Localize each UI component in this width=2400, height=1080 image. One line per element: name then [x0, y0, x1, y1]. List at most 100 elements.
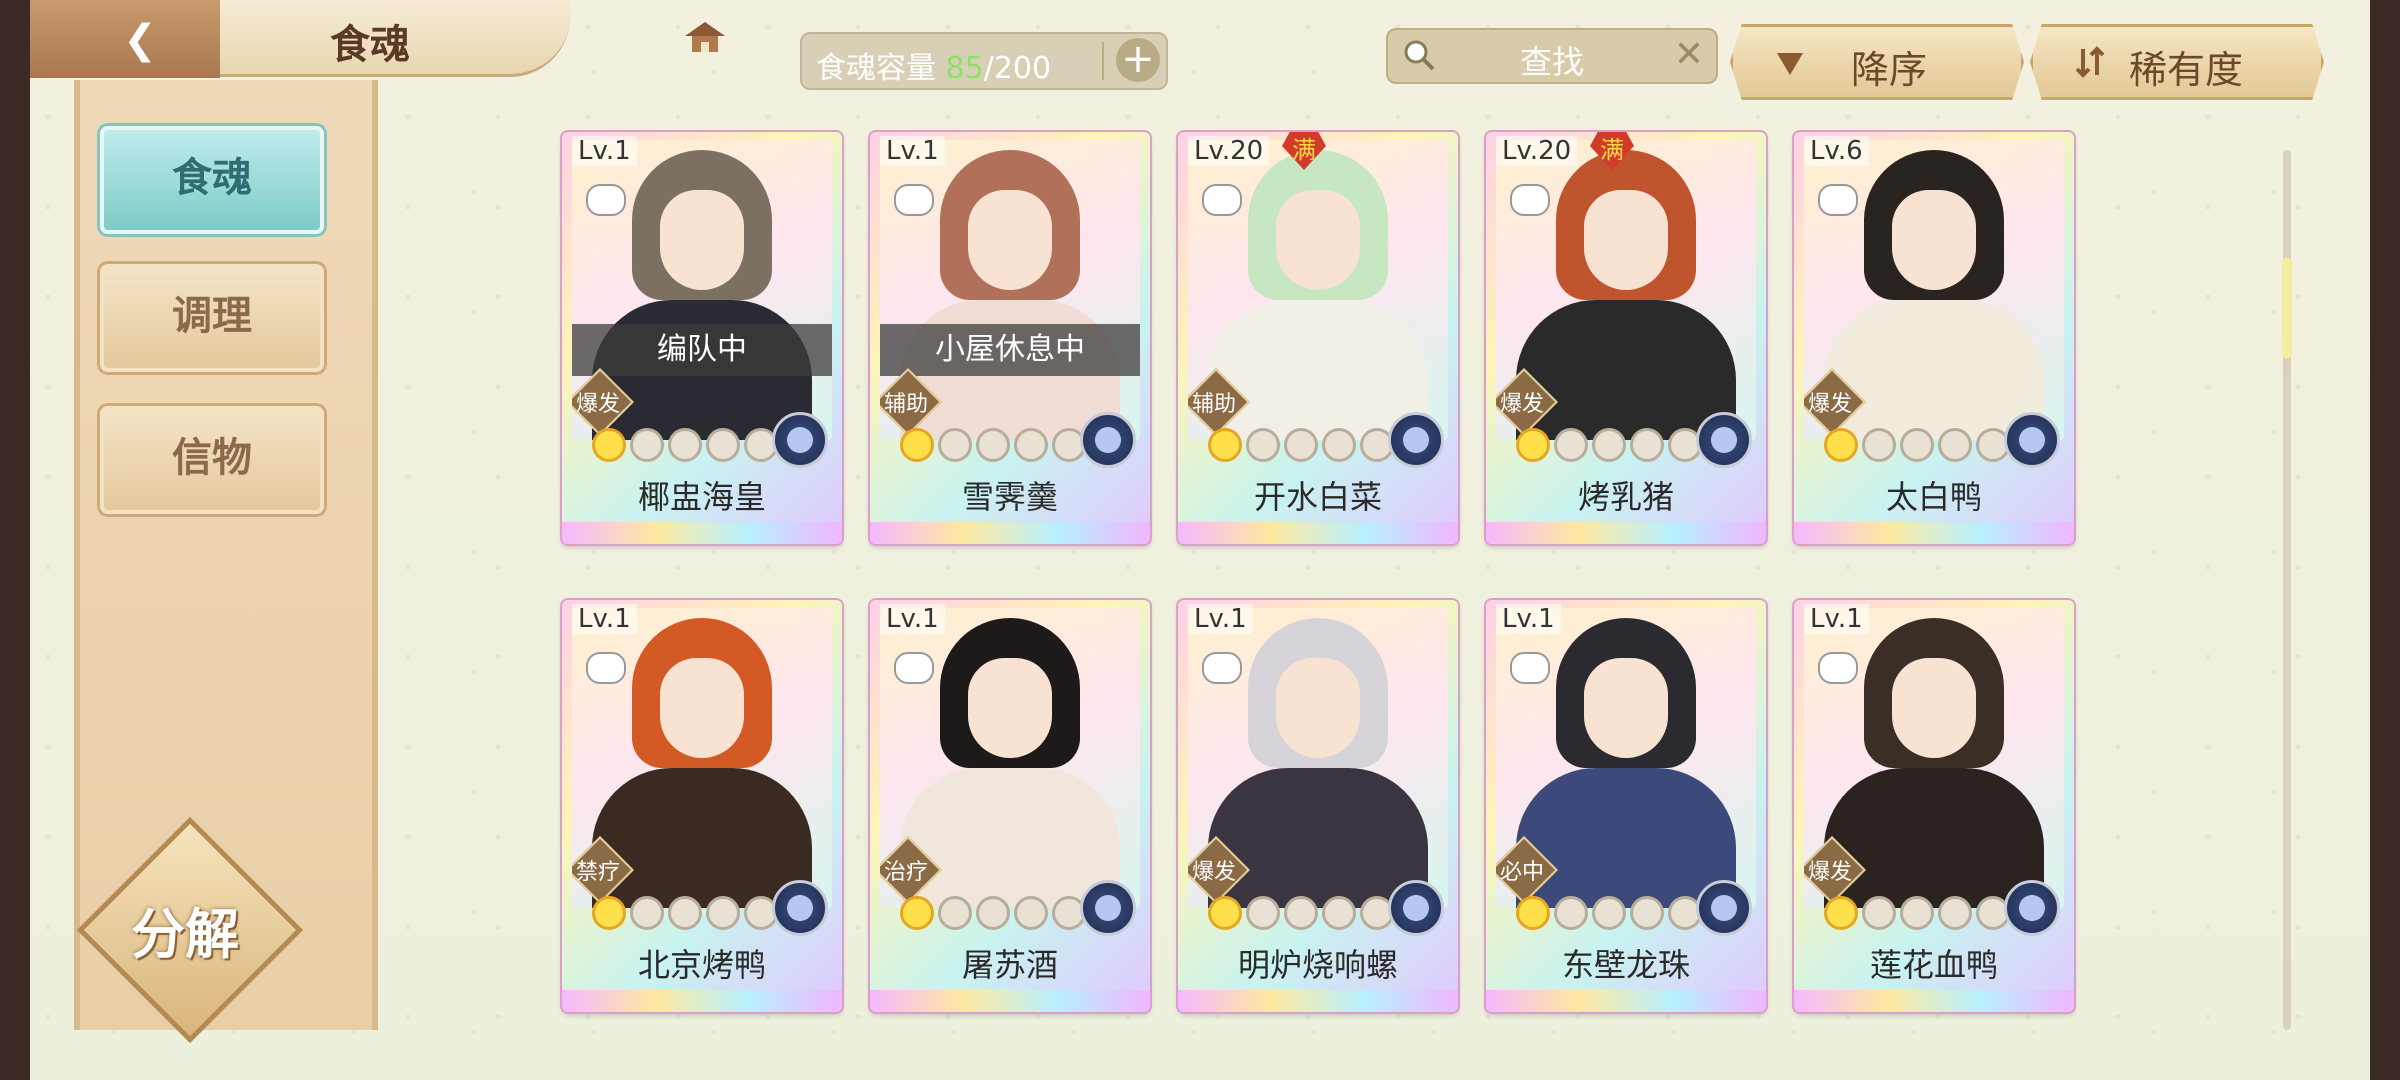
- star-rating: [1516, 428, 1702, 462]
- level-label: Lv.1: [572, 604, 637, 634]
- star-icon: [1208, 896, 1242, 930]
- star-rating: [1208, 428, 1394, 462]
- element-icon: [1696, 880, 1752, 936]
- card-footer: [1794, 522, 2074, 544]
- star-icon: [1862, 428, 1896, 462]
- star-icon: [1824, 896, 1858, 930]
- capacity-label: 食魂容量: [816, 51, 936, 86]
- flower-icon: [2019, 895, 2045, 921]
- star-icon: [1630, 896, 1664, 930]
- flower-icon: [1095, 427, 1121, 453]
- card-footer: [562, 522, 842, 544]
- tab-seasoning[interactable]: 调理: [100, 264, 324, 372]
- card-footer: [870, 990, 1150, 1012]
- slot-icon: [1818, 652, 1858, 684]
- element-icon: [772, 412, 828, 468]
- card-name: 太白鸭: [1885, 478, 1982, 516]
- role-badge: 爆发: [1804, 368, 1866, 436]
- back-button[interactable]: ❮: [30, 0, 220, 78]
- portrait-face: [1892, 190, 1976, 290]
- star-icon: [668, 428, 702, 462]
- star-icon: [1900, 896, 1934, 930]
- role-badge: 辅助: [1188, 368, 1250, 436]
- level-label: Lv.1: [1804, 604, 1869, 634]
- portrait-face: [660, 658, 744, 758]
- star-icon: [1554, 428, 1588, 462]
- card-portrait: 编队中 爆发: [572, 140, 832, 440]
- role-badge: 治疗: [880, 836, 942, 904]
- portrait-face: [968, 190, 1052, 290]
- star-icon: [938, 428, 972, 462]
- status-label: 编队中: [572, 324, 832, 376]
- level-label: Lv.6: [1804, 136, 1869, 166]
- scrollbar-thumb[interactable]: [2282, 258, 2292, 358]
- card-portrait: 爆发: [1804, 140, 2064, 440]
- star-icon: [976, 428, 1010, 462]
- portrait-face: [968, 658, 1052, 758]
- food-soul-card[interactable]: 小屋休息中 辅助 Lv.1 雪霁羹: [870, 132, 1150, 544]
- food-soul-card[interactable]: 禁疗 Lv.1 北京烤鸭: [562, 600, 842, 1012]
- portrait-face: [660, 190, 744, 290]
- title-plate: 食魂: [220, 0, 725, 77]
- card-name: 椰盅海皇: [637, 478, 766, 516]
- slot-icon: [1202, 184, 1242, 216]
- home-icon[interactable]: [680, 18, 730, 58]
- role-label: 辅助: [1191, 392, 1236, 417]
- level-label: Lv.1: [1188, 604, 1253, 634]
- sort-down-icon: [1777, 53, 1803, 75]
- food-soul-card[interactable]: 必中 Lv.1 东壁龙珠: [1486, 600, 1766, 1012]
- card-footer: [1486, 522, 1766, 544]
- element-icon: [1388, 880, 1444, 936]
- star-rating: [1516, 896, 1702, 930]
- food-soul-card[interactable]: 爆发 Lv.6 太白鸭: [1794, 132, 2074, 544]
- card-footer: [1178, 990, 1458, 1012]
- element-icon: [772, 880, 828, 936]
- card-name: 雪霁羹: [961, 478, 1058, 516]
- clear-search-button[interactable]: ✕: [1674, 34, 1704, 75]
- status-label: 小屋休息中: [880, 324, 1140, 376]
- page-title: 食魂: [330, 21, 410, 68]
- food-soul-card[interactable]: 爆发 Lv.1 莲花血鸭: [1794, 600, 2074, 1012]
- role-badge: 爆发: [1804, 836, 1866, 904]
- card-portrait: 治疗: [880, 608, 1140, 908]
- food-soul-card[interactable]: 治疗 Lv.1 屠苏酒: [870, 600, 1150, 1012]
- tab-food-souls[interactable]: 食魂: [100, 126, 324, 234]
- decompose-label[interactable]: 分解: [90, 890, 280, 969]
- star-icon: [668, 896, 702, 930]
- star-icon: [1630, 428, 1664, 462]
- card-name: 北京烤鸭: [637, 946, 766, 984]
- food-soul-card[interactable]: 爆发 Lv.20 满烤乳猪: [1486, 132, 1766, 544]
- element-icon: [1080, 880, 1136, 936]
- food-soul-card[interactable]: 爆发 Lv.1 明炉烧响螺: [1178, 600, 1458, 1012]
- star-icon: [1938, 428, 1972, 462]
- food-soul-card[interactable]: 编队中 爆发 Lv.1 椰盅海皇: [562, 132, 842, 544]
- role-badge: 爆发: [1496, 368, 1558, 436]
- element-icon: [1080, 412, 1136, 468]
- game-screen: ❮ 食魂 食魂容量 85/200 + 查找 ✕ 降序 稀有度 食魂 调理 信物 …: [30, 0, 2370, 1080]
- tab-tokens[interactable]: 信物: [100, 406, 324, 514]
- star-icon: [1592, 428, 1626, 462]
- card-portrait: 小屋休息中 辅助: [880, 140, 1140, 440]
- card-name: 莲花血鸭: [1869, 946, 1998, 984]
- food-soul-card[interactable]: 辅助 Lv.20 满开水白菜: [1178, 132, 1458, 544]
- sort-order-button[interactable]: 降序: [1730, 24, 2024, 100]
- card-portrait: 爆发: [1496, 140, 1756, 440]
- slot-icon: [1510, 184, 1550, 216]
- capacity-max: /200: [983, 51, 1052, 86]
- level-label: Lv.1: [572, 136, 637, 166]
- flower-icon: [1403, 895, 1429, 921]
- sort-rarity-button[interactable]: 稀有度: [2030, 24, 2324, 100]
- slot-icon: [1202, 652, 1242, 684]
- top-bar: ❮ 食魂: [30, 0, 725, 78]
- role-label: 爆发: [1807, 860, 1852, 885]
- card-name: 明炉烧响螺: [1237, 946, 1398, 984]
- slot-icon: [894, 184, 934, 216]
- star-icon: [592, 896, 626, 930]
- search-box[interactable]: 查找 ✕: [1386, 28, 1718, 84]
- card-footer: [562, 990, 842, 1012]
- flower-icon: [787, 427, 813, 453]
- role-label: 爆发: [575, 392, 620, 417]
- add-capacity-button[interactable]: +: [1116, 38, 1160, 82]
- star-icon: [1900, 428, 1934, 462]
- slot-icon: [1818, 184, 1858, 216]
